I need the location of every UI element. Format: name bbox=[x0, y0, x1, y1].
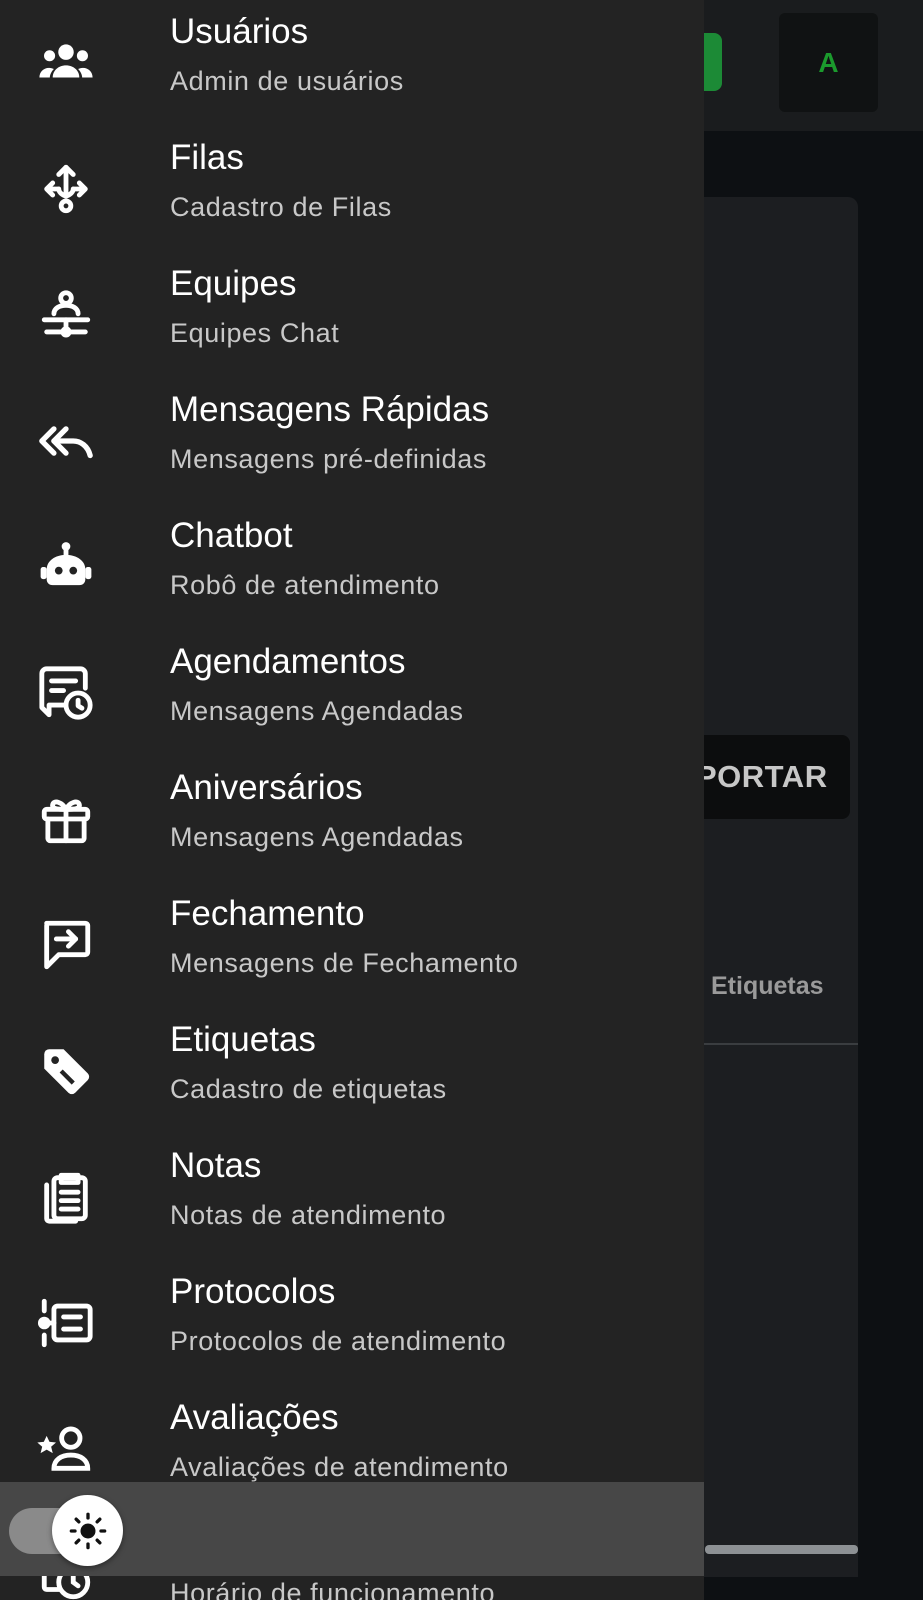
screen: A PORTAR Etiquetas Usuários Admin de usu… bbox=[0, 0, 923, 1600]
menu-item-title: Fechamento bbox=[170, 894, 365, 933]
sun-icon bbox=[69, 1512, 106, 1549]
avatar[interactable]: A bbox=[779, 13, 878, 112]
menu-item-title: Filas bbox=[170, 138, 244, 177]
rating-user-icon bbox=[36, 1419, 96, 1479]
menu-list: Usuários Admin de usuários Filas Cadastr… bbox=[0, 0, 704, 1600]
content-card bbox=[690, 197, 858, 1577]
robot-icon bbox=[36, 537, 96, 597]
menu-item-title: Chatbot bbox=[170, 516, 293, 555]
avatar-initial: A bbox=[818, 46, 839, 78]
menu-item-title: Mensagens Rápidas bbox=[170, 390, 490, 429]
tag-icon bbox=[36, 1041, 96, 1101]
gift-icon bbox=[36, 789, 96, 849]
menu-item-subtitle: Admin de usuários bbox=[170, 66, 404, 96]
queue-split-icon bbox=[36, 159, 96, 219]
import-button[interactable]: PORTAR bbox=[690, 735, 850, 819]
tab-etiquetas[interactable]: Etiquetas bbox=[711, 972, 824, 1001]
clipboard-icon bbox=[36, 1167, 96, 1227]
horizontal-scrollbar[interactable] bbox=[705, 1545, 858, 1554]
import-button-label: PORTAR bbox=[696, 759, 828, 794]
menu-item-title: Agendamentos bbox=[170, 642, 406, 681]
message-arrow-icon bbox=[36, 915, 96, 975]
navigation-drawer: Usuários Admin de usuários Filas Cadastr… bbox=[0, 0, 704, 1600]
menu-item-title: Notas bbox=[170, 1146, 262, 1185]
menu-item-notas[interactable]: Notas Notas de atendimento bbox=[0, 1134, 704, 1260]
menu-item-title: Etiquetas bbox=[170, 1020, 316, 1059]
menu-item-subtitle: Mensagens Agendadas bbox=[170, 822, 464, 852]
team-icon bbox=[36, 285, 96, 345]
reply-all-icon bbox=[36, 411, 96, 471]
scheduled-message-icon bbox=[36, 663, 96, 723]
theme-toggle-thumb[interactable] bbox=[52, 1495, 123, 1566]
protocol-list-icon bbox=[36, 1293, 96, 1353]
menu-item-title: Equipes bbox=[170, 264, 297, 303]
menu-item-subtitle: Cadastro de etiquetas bbox=[170, 1074, 447, 1104]
menu-item-mensagens-rapidas[interactable]: Mensagens Rápidas Mensagens pré-definida… bbox=[0, 378, 704, 504]
menu-item-subtitle: Notas de atendimento bbox=[170, 1200, 447, 1230]
menu-item-subtitle: Equipes Chat bbox=[170, 318, 340, 348]
menu-item-title: Usuários bbox=[170, 12, 309, 51]
users-icon bbox=[36, 33, 96, 93]
menu-item-subtitle: Horário de funcionamento bbox=[170, 1578, 496, 1600]
menu-item-equipes[interactable]: Equipes Equipes Chat bbox=[0, 252, 704, 378]
menu-item-title: Aniversários bbox=[170, 768, 363, 807]
menu-item-title: Protocolos bbox=[170, 1272, 336, 1311]
menu-item-protocolos[interactable]: Protocolos Protocolos de atendimento bbox=[0, 1260, 704, 1386]
menu-item-chatbot[interactable]: Chatbot Robô de atendimento bbox=[0, 504, 704, 630]
menu-item-aniversarios[interactable]: Aniversários Mensagens Agendadas bbox=[0, 756, 704, 882]
menu-item-subtitle: Cadastro de Filas bbox=[170, 192, 392, 222]
menu-item-subtitle: Mensagens pré-definidas bbox=[170, 444, 487, 474]
menu-item-title: Avaliações bbox=[170, 1398, 339, 1437]
menu-item-subtitle: Robô de atendimento bbox=[170, 570, 440, 600]
menu-item-subtitle: Mensagens Agendadas bbox=[170, 696, 464, 726]
tab-divider bbox=[690, 1043, 858, 1045]
menu-item-etiquetas[interactable]: Etiquetas Cadastro de etiquetas bbox=[0, 1008, 704, 1134]
menu-item-subtitle: Protocolos de atendimento bbox=[170, 1326, 507, 1356]
menu-item-subtitle: Avaliações de atendimento bbox=[170, 1452, 509, 1482]
menu-item-filas[interactable]: Filas Cadastro de Filas bbox=[0, 126, 704, 252]
menu-item-agendamentos[interactable]: Agendamentos Mensagens Agendadas bbox=[0, 630, 704, 756]
menu-item-fechamento[interactable]: Fechamento Mensagens de Fechamento bbox=[0, 882, 704, 1008]
menu-item-subtitle: Mensagens de Fechamento bbox=[170, 948, 519, 978]
menu-item-usuarios[interactable]: Usuários Admin de usuários bbox=[0, 0, 704, 126]
